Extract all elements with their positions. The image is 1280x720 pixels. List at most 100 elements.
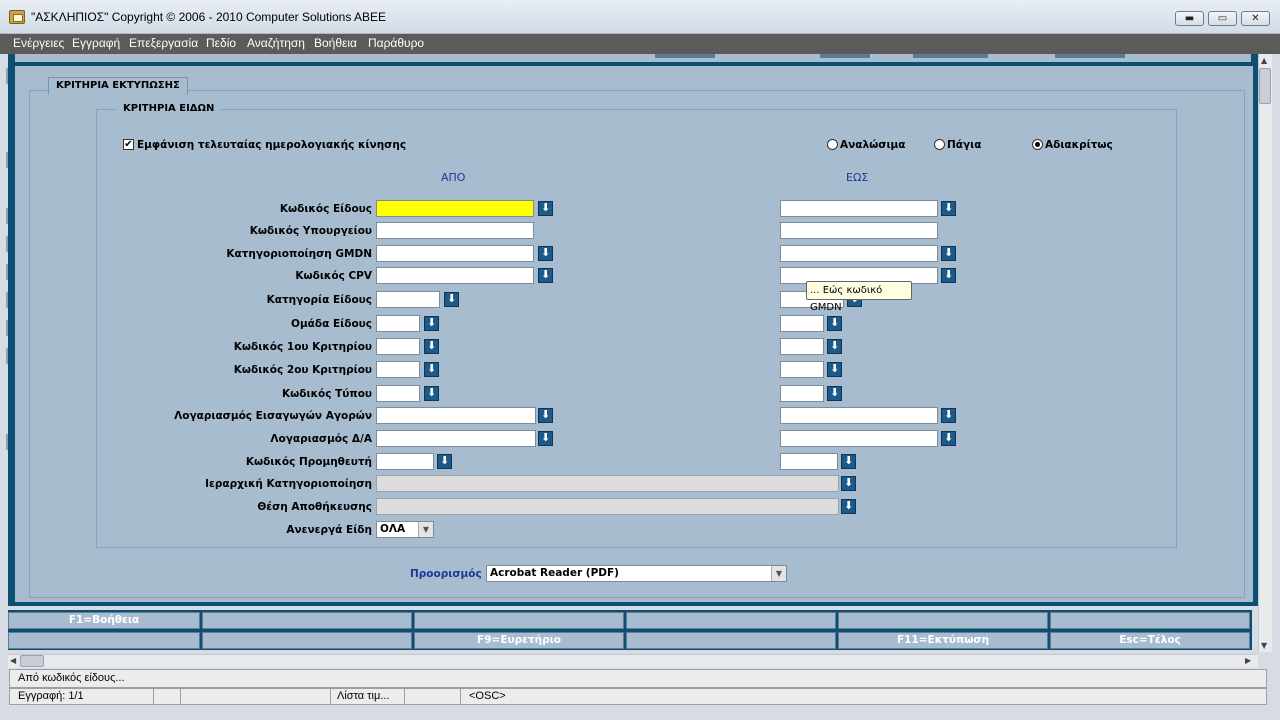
from-supplier-code-input[interactable] (376, 453, 434, 470)
fkey-empty[interactable] (1050, 612, 1250, 629)
from-item-group-input[interactable] (376, 315, 420, 332)
from-type-code-input[interactable] (376, 385, 420, 402)
fkey-print[interactable]: F11=Εκτύπωση (838, 632, 1048, 649)
menu-record[interactable]: Εγγραφή (72, 36, 120, 50)
to-type-code-lov-icon[interactable] (827, 386, 842, 401)
from-gmdn-lov-icon[interactable] (538, 246, 553, 261)
to-da-account-input[interactable] (780, 430, 938, 447)
to-supplier-code-lov-icon[interactable] (841, 454, 856, 469)
from-da-account-lov-icon[interactable] (538, 431, 553, 446)
item-criteria-title: ΚΡΙΤΗΡΙΑ ΕΙΔΩΝ (117, 103, 221, 114)
from-gmdn-input[interactable] (376, 245, 534, 262)
to-item-code-input[interactable] (780, 200, 938, 217)
fkey-empty[interactable] (8, 632, 200, 649)
radio-fixed-assets[interactable] (934, 139, 945, 150)
to-da-account-lov-icon[interactable] (941, 431, 956, 446)
horizontal-scrollbar[interactable] (8, 654, 1258, 668)
from-item-code-lov-icon[interactable] (538, 201, 553, 216)
radio-consumables[interactable] (827, 139, 838, 150)
vertical-scroll-thumb[interactable] (1259, 68, 1271, 104)
to-header: ΕΩΣ (846, 171, 869, 184)
scroll-up-icon[interactable]: ▲ (1261, 56, 1267, 65)
fkey-index[interactable]: F9=Ευρετήριο (414, 632, 624, 649)
from-item-group-lov-icon[interactable] (424, 316, 439, 331)
from-purchase-account-lov-icon[interactable] (538, 408, 553, 423)
fkey-empty[interactable] (202, 632, 412, 649)
fkey-empty[interactable] (202, 612, 412, 629)
from-type-code-lov-icon[interactable] (424, 386, 439, 401)
status-osc: <OSC> (469, 690, 506, 702)
from-item-code-input[interactable] (376, 200, 534, 217)
from-criterion-2-input[interactable] (376, 361, 420, 378)
fkey-empty[interactable] (626, 612, 836, 629)
to-cpv-lov-icon[interactable] (941, 268, 956, 283)
from-supplier-code-lov-icon[interactable] (437, 454, 452, 469)
menu-help[interactable]: Βοήθεια (314, 36, 357, 50)
from-criterion-1-input[interactable] (376, 338, 420, 355)
from-criterion-1-lov-icon[interactable] (424, 339, 439, 354)
radio-all-label: Αδιακρίτως (1045, 139, 1113, 151)
to-criterion-2-input[interactable] (780, 361, 824, 378)
vertical-scrollbar[interactable] (1258, 54, 1272, 652)
maximize-icon[interactable]: ▭ (1208, 11, 1237, 26)
to-item-group-lov-icon[interactable] (827, 316, 842, 331)
close-icon[interactable]: ✕ (1241, 11, 1270, 26)
storage-location-lov-icon[interactable] (841, 499, 856, 514)
from-cpv-lov-icon[interactable] (538, 268, 553, 283)
destination-select[interactable]: Acrobat Reader (PDF) ▼ (486, 565, 787, 582)
to-item-group-input[interactable] (780, 315, 824, 332)
from-purchase-account-input[interactable] (376, 407, 536, 424)
minimize-icon[interactable]: ▬ (1175, 11, 1204, 26)
to-gmdn-lov-icon[interactable] (941, 246, 956, 261)
status-bar (9, 688, 1267, 705)
menu-search[interactable]: Αναζήτηση (247, 36, 305, 50)
scroll-left-icon[interactable]: ◀ (10, 656, 16, 665)
inactive-items-select[interactable]: ΟΛΑ ▼ (376, 521, 434, 538)
print-criteria-title: ΚΡΙΤΗΡΙΑ ΕΚΤΥΠΩΣΗΣ (48, 77, 188, 95)
hierarchical-category-lov-icon[interactable] (841, 476, 856, 491)
menu-bar: Ενέργειες Εγγραφή Επεξεργασία Πεδίο Αναζ… (0, 34, 1280, 54)
from-ministry-code-input[interactable] (376, 222, 534, 239)
fkey-empty[interactable] (626, 632, 836, 649)
label-type-code: Κωδικός Τύπου (282, 388, 372, 400)
to-ministry-code-input[interactable] (780, 222, 938, 239)
scroll-right-icon[interactable]: ▶ (1245, 656, 1251, 665)
hierarchical-category-input[interactable] (376, 475, 839, 492)
horizontal-scroll-thumb[interactable] (20, 655, 44, 667)
label-purchase-account: Λογαριασμός Εισαγωγών Αγορών (174, 410, 372, 422)
menu-actions[interactable]: Ενέργειες (13, 36, 64, 50)
chevron-down-icon[interactable]: ▼ (418, 522, 433, 537)
to-criterion-1-lov-icon[interactable] (827, 339, 842, 354)
menu-window[interactable]: Παράθυρο (368, 36, 424, 50)
to-criterion-2-lov-icon[interactable] (827, 362, 842, 377)
from-item-category-input[interactable] (376, 291, 440, 308)
from-header: ΑΠΟ (441, 171, 466, 184)
to-gmdn-input[interactable] (780, 245, 938, 262)
to-item-code-lov-icon[interactable] (941, 201, 956, 216)
fkey-empty[interactable] (838, 612, 1048, 629)
to-type-code-input[interactable] (780, 385, 824, 402)
radio-all[interactable] (1032, 139, 1043, 150)
menu-edit[interactable]: Επεξεργασία (129, 36, 198, 50)
label-item-group: Ομάδα Είδους (291, 318, 372, 330)
from-da-account-input[interactable] (376, 430, 536, 447)
menu-field[interactable]: Πεδίο (206, 36, 236, 50)
label-item-category: Κατηγορία Είδους (266, 294, 372, 306)
from-cpv-input[interactable] (376, 267, 534, 284)
fkey-exit[interactable]: Esc=Τέλος (1050, 632, 1250, 649)
label-storage-location: Θέση Αποθήκευσης (257, 501, 372, 513)
to-purchase-account-input[interactable] (780, 407, 938, 424)
from-item-category-lov-icon[interactable] (444, 292, 459, 307)
show-last-movement-checkbox[interactable]: ✔ (123, 139, 134, 150)
storage-location-input[interactable] (376, 498, 839, 515)
fkey-help[interactable]: F1=Βοήθεια (8, 612, 200, 629)
from-criterion-2-lov-icon[interactable] (424, 362, 439, 377)
status-record: Εγγραφή: 1/1 (18, 690, 84, 702)
destination-label: Προορισμός (410, 568, 482, 580)
chevron-down-icon[interactable]: ▼ (771, 566, 786, 581)
fkey-empty[interactable] (414, 612, 624, 629)
scroll-down-icon[interactable]: ▼ (1261, 641, 1267, 650)
to-purchase-account-lov-icon[interactable] (941, 408, 956, 423)
to-criterion-1-input[interactable] (780, 338, 824, 355)
to-supplier-code-input[interactable] (780, 453, 838, 470)
